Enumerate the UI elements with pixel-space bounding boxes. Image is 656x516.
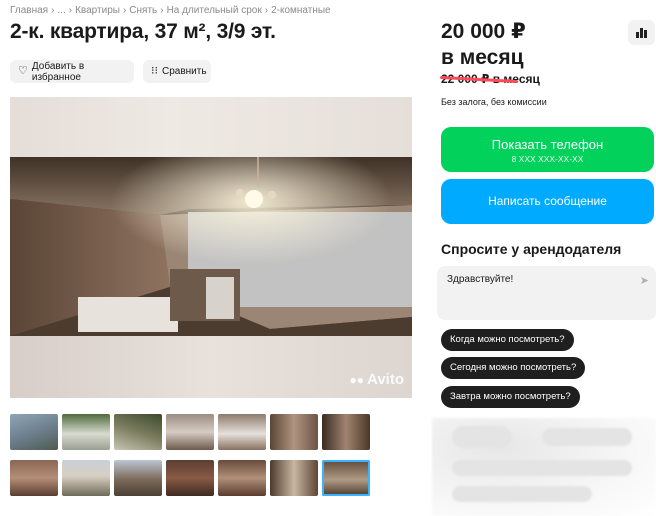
- compare-icon: ⁝⁝: [151, 65, 158, 77]
- breadcrumb-item-long-term[interactable]: На длительный срок: [167, 5, 262, 16]
- ask-landlord-title: Спросите у арендодателя: [441, 241, 622, 257]
- thumbnail[interactable]: [166, 460, 214, 496]
- compare-button[interactable]: ⁝⁝ Сравнить: [143, 60, 211, 83]
- blurred-seller-block: [432, 418, 656, 516]
- quick-question-button[interactable]: Сегодня можно посмотреть?: [441, 357, 586, 379]
- main-photo[interactable]: ●● Avito: [10, 97, 412, 398]
- avito-watermark: ●● Avito: [350, 371, 404, 388]
- rental-terms: Без залога, без комиссии: [441, 97, 547, 107]
- thumbnail[interactable]: [10, 414, 58, 450]
- thumbnail[interactable]: [270, 414, 318, 450]
- breadcrumb-item-rent[interactable]: Снять: [129, 5, 157, 16]
- breadcrumb-separator: ›: [122, 5, 127, 16]
- thumbnail[interactable]: [218, 460, 266, 496]
- breadcrumb-separator: ›: [51, 5, 55, 16]
- thumbnail[interactable]: [270, 460, 318, 496]
- avito-logo-icon: ●●: [349, 372, 365, 387]
- thumbnail-selected[interactable]: [322, 460, 370, 496]
- breadcrumb: Главная ›... › Квартиры › Снять › На длительный…: [10, 5, 331, 16]
- thumbnail[interactable]: [114, 414, 162, 450]
- breadcrumb-item-apartments[interactable]: Квартиры: [75, 5, 120, 16]
- add-to-favorites-button[interactable]: ♡ Добавить в избранное: [10, 60, 134, 83]
- send-icon[interactable]: ➤: [640, 274, 649, 287]
- thumbnail[interactable]: [218, 414, 266, 450]
- show-phone-label: Показать телефон: [491, 137, 604, 152]
- write-message-button[interactable]: Написать сообщение: [441, 179, 654, 224]
- breadcrumb-separator: ›: [68, 5, 73, 16]
- photo-blur-bottom: [10, 336, 412, 398]
- breadcrumb-separator: ›: [160, 5, 164, 16]
- thumbnail[interactable]: [62, 460, 110, 496]
- thumbnail[interactable]: [322, 414, 370, 450]
- compare-label: Сравнить: [162, 66, 207, 77]
- thumbnail[interactable]: [62, 414, 110, 450]
- price-amount: 20 000 ₽: [441, 20, 526, 43]
- price: 20 000 ₽ в месяц: [441, 19, 526, 71]
- thumbnail[interactable]: [114, 460, 162, 496]
- thumbnail-row: [10, 460, 374, 496]
- photo-blur-top: [10, 97, 412, 157]
- avito-watermark-text: Avito: [367, 371, 404, 388]
- thumbnail-row: [10, 414, 374, 450]
- thumbnail[interactable]: [10, 460, 58, 496]
- bar-chart-icon[interactable]: [628, 20, 655, 45]
- breadcrumb-item-two-room[interactable]: 2-комнатные: [271, 5, 331, 16]
- quick-question-button[interactable]: Когда можно посмотреть?: [441, 329, 574, 351]
- heart-icon: ♡: [18, 65, 28, 77]
- breadcrumb-item-ellipsis[interactable]: ...: [57, 5, 65, 16]
- listing-title: 2-к. квартира, 37 м², 3/9 эт.: [10, 20, 276, 43]
- price-period: в месяц: [441, 46, 524, 69]
- room-photo: [10, 157, 412, 336]
- phone-mask: 8 XXX XXX-XX-XX: [511, 154, 584, 164]
- old-price: 22 000 ₽ в месяц: [439, 72, 540, 86]
- room-photo-image: [10, 157, 412, 336]
- thumbnail[interactable]: [166, 414, 214, 450]
- quick-question-button[interactable]: Завтра можно посмотреть?: [441, 386, 580, 408]
- add-to-favorites-label: Добавить в избранное: [31, 60, 85, 83]
- show-phone-button[interactable]: Показать телефон 8 XXX XXX-XX-XX: [441, 127, 654, 172]
- message-input-value: Здравствуйте!: [447, 274, 514, 285]
- breadcrumb-separator: ›: [264, 5, 269, 16]
- message-input[interactable]: Здравствуйте! ➤: [437, 266, 656, 320]
- breadcrumb-item-home[interactable]: Главная: [10, 5, 48, 16]
